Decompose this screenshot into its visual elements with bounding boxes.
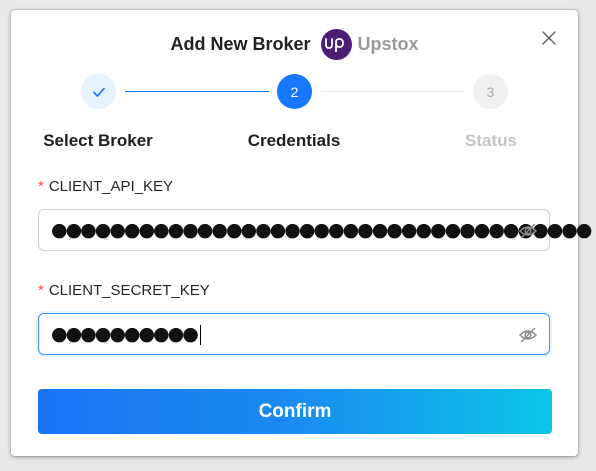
dialog-header: Add New Broker Upstox bbox=[11, 28, 578, 60]
step-connector-1 bbox=[125, 91, 269, 92]
broker-name: Upstox bbox=[357, 33, 419, 54]
eye-off-icon[interactable] bbox=[518, 221, 538, 241]
step-2-indicator: 2 bbox=[277, 74, 312, 109]
required-marker: * bbox=[38, 282, 44, 299]
step-connector-2 bbox=[321, 91, 465, 92]
secret-key-label-text: CLIENT_SECRET_KEY bbox=[48, 282, 210, 299]
api-key-label: * CLIENT_API_KEY bbox=[38, 178, 173, 195]
step-1-label: Select Broker bbox=[43, 131, 153, 150]
upstox-logo bbox=[320, 28, 352, 60]
required-marker: * bbox=[38, 178, 44, 195]
add-broker-dialog: Add New Broker Upstox 2 3 Select Broker … bbox=[11, 10, 592, 456]
step-2-label: Credentials bbox=[247, 131, 341, 150]
api-key-value: ●●●●●●●●●●●●●●●●●●●●●●●●●●●●●●●●●●●●● bbox=[51, 219, 592, 241]
confirm-button[interactable]: Confirm bbox=[38, 389, 552, 434]
step-1-indicator bbox=[81, 74, 116, 109]
api-key-label-text: CLIENT_API_KEY bbox=[48, 178, 174, 195]
secret-key-input[interactable]: ●●●●●●●●●● bbox=[38, 313, 550, 355]
progress-steps: 2 3 Select Broker Credentials Status bbox=[11, 74, 578, 154]
secret-key-masked-text: ●●●●●●●●●● bbox=[51, 323, 199, 345]
text-caret bbox=[199, 324, 201, 345]
secret-key-value: ●●●●●●●●●● bbox=[51, 323, 201, 345]
dialog-title: Add New Broker bbox=[170, 33, 311, 54]
secret-key-label: * CLIENT_SECRET_KEY bbox=[38, 282, 210, 299]
eye-off-icon[interactable] bbox=[518, 325, 538, 345]
step-3-indicator: 3 bbox=[473, 74, 508, 109]
close-icon[interactable] bbox=[540, 29, 558, 47]
api-key-input[interactable]: ●●●●●●●●●●●●●●●●●●●●●●●●●●●●●●●●●●●●● bbox=[38, 209, 592, 251]
step-3-label: Status bbox=[465, 131, 517, 150]
check-icon bbox=[92, 87, 105, 97]
upstox-logo-mark bbox=[325, 38, 344, 52]
